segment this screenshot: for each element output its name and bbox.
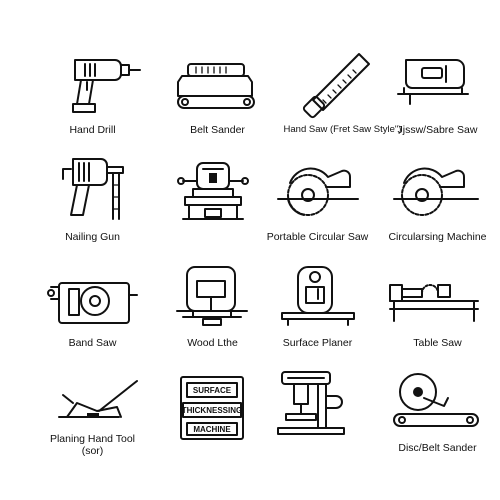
tool-label-line2: (sor) xyxy=(81,445,104,457)
tool-cell-band-saw: Band Saw xyxy=(30,265,155,349)
tool-cell-surface-planer: Surface Planer xyxy=(255,265,380,349)
tool-label: Hand Drill xyxy=(69,124,116,136)
band-saw-icon xyxy=(46,282,138,324)
jigsaw-icon xyxy=(396,59,469,105)
tool-label: Jjssw/Sabre Saw xyxy=(397,124,478,136)
tool-label: Surface Planer xyxy=(282,337,353,349)
tool-label: Belt Sander xyxy=(190,124,245,136)
tool-cell-disc-belt-sander: Disc/Belt Sander xyxy=(375,370,500,454)
sign-line-3: MACHINE xyxy=(193,425,231,434)
tool-icon-grid: Hand Drill Belt Sander Hand Saw (Fret Sa… xyxy=(0,0,500,500)
tool-cell-nailing-gun: Nailing Gun xyxy=(30,155,155,243)
tool-label: Nailing Gun xyxy=(65,231,120,243)
nailing-gun-icon xyxy=(61,158,124,220)
tool-label: Planing Hand Tool xyxy=(49,433,136,445)
wood-lathe-icon xyxy=(175,266,248,326)
tool-cell-table-saw: Table Saw xyxy=(375,265,500,349)
table-saw-icon xyxy=(388,284,479,322)
tool-cell-jigsaw: Jjssw/Sabre Saw xyxy=(375,50,500,136)
tool-cell-belt-sander: Belt Sander xyxy=(155,50,280,136)
surface-planer-icon xyxy=(280,266,355,326)
disc-belt-sander-icon xyxy=(392,373,479,427)
tool-cell-hand-drill: Hand Drill xyxy=(30,50,155,136)
thicknessing-machine-icon: SURFACE THICKNESSING MACHINE xyxy=(179,376,244,440)
tool-cell-planing-hand-tool: Planing Hand Tool (sor) xyxy=(30,375,155,457)
drill-press-icon xyxy=(276,371,345,435)
tool-label: Table Saw xyxy=(413,337,462,349)
planing-hand-tool-icon xyxy=(57,380,138,418)
sign-line-2: THICKNESSING xyxy=(181,406,241,415)
tool-cell-portable-circular-saw: Portable Circular Saw xyxy=(255,155,380,243)
tool-label: Circularsing Machine xyxy=(388,231,487,243)
bench-machine-icon xyxy=(176,162,249,220)
tool-label: Band Saw xyxy=(68,337,117,349)
tool-cell-circular-saw-machine: Circularsing Machine xyxy=(375,155,500,243)
tool-cell-drill-press xyxy=(255,370,380,442)
tool-label: Portable Circular Saw xyxy=(266,231,369,243)
tool-label: Disc/Belt Sander xyxy=(398,442,477,454)
circular-saw-machine-icon xyxy=(392,167,479,216)
belt-sander-icon xyxy=(176,63,255,109)
sign-line-1: SURFACE xyxy=(192,386,231,395)
hand-drill-icon xyxy=(71,59,141,113)
portable-circular-saw-icon xyxy=(276,167,359,216)
